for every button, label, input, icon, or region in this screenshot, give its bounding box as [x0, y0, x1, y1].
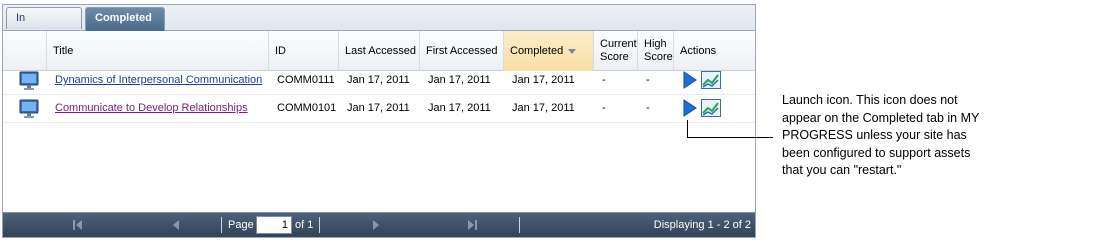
completed-cell: Jan 17, 2011	[512, 74, 575, 86]
progress-chart-icon[interactable]	[701, 71, 721, 89]
play-launch-icon[interactable]	[683, 99, 697, 117]
paging-toolbar: Page of 1 Displaying 1 - 2 of 2	[3, 212, 755, 237]
first-accessed-cell: Jan 17, 2011	[428, 74, 491, 86]
header-actions: Actions	[674, 31, 755, 71]
header-current-score-line1: Current	[600, 38, 637, 50]
id-cell: COMM0111	[277, 74, 335, 86]
header-current-score-label: Current Score	[600, 38, 637, 64]
header-first-accessed-label: First Accessed	[426, 45, 498, 57]
course-title-link[interactable]: Dynamics of Interpersonal Communication	[55, 74, 262, 86]
completed-cell: Jan 17, 2011	[512, 102, 575, 114]
tab-completed[interactable]: Completed	[85, 7, 165, 31]
header-current-score-line2: Score	[600, 51, 629, 63]
title-cell: Dynamics of Interpersonal Communication	[49, 67, 262, 94]
computer-monitor-icon	[19, 71, 39, 90]
current-score-cell: -	[602, 74, 606, 86]
header-last-accessed-label: Last Accessed	[345, 45, 416, 57]
last-accessed-cell: Jan 17, 2011	[347, 102, 410, 114]
header-current-score[interactable]: Current Score	[594, 31, 638, 71]
next-page-icon[interactable]	[371, 219, 381, 231]
header-title[interactable]: Title	[47, 31, 269, 71]
first-accessed-cell: Jan 17, 2011	[428, 102, 491, 114]
header-id-label: ID	[275, 45, 286, 57]
callout-leader-horizontal	[687, 137, 773, 138]
tab-in-progress[interactable]: In Progress	[6, 7, 82, 45]
header-completed-label: Completed	[510, 45, 564, 57]
displaying-count: Displaying 1 - 2 of 2	[653, 219, 751, 231]
toolbar-separator	[319, 217, 320, 233]
high-score-cell: -	[646, 102, 650, 114]
play-launch-icon[interactable]	[683, 71, 697, 89]
last-page-icon[interactable]	[467, 219, 477, 231]
page-label: Page	[228, 219, 254, 231]
current-score-cell: -	[602, 102, 606, 114]
page-number-input[interactable]	[256, 216, 292, 234]
header-high-score-line2: Score	[644, 51, 673, 63]
first-page-icon[interactable]	[73, 219, 83, 231]
header-id[interactable]: ID	[269, 31, 339, 71]
header-completed[interactable]: Completed	[504, 31, 594, 71]
last-accessed-cell: Jan 17, 2011	[347, 74, 410, 86]
page-count-label: of 1	[295, 219, 314, 231]
computer-monitor-icon	[19, 99, 39, 118]
progress-chart-icon[interactable]	[701, 99, 721, 117]
header-high-score[interactable]: High Score	[638, 31, 674, 71]
header-title-label: Title	[53, 45, 74, 57]
previous-page-icon[interactable]	[171, 219, 181, 231]
toolbar-separator	[519, 217, 520, 233]
callout-leader-vertical	[687, 120, 688, 137]
header-first-accessed[interactable]: First Accessed	[420, 31, 504, 71]
header-high-score-label: High Score	[644, 38, 673, 64]
title-cell: Communicate to Develop Relationships	[49, 95, 248, 122]
header-high-score-line1: High	[644, 38, 667, 50]
table-row: Dynamics of Interpersonal Communication …	[3, 67, 755, 95]
id-cell: COMM0101	[277, 102, 337, 114]
header-last-accessed[interactable]: Last Accessed	[339, 31, 420, 71]
header-actions-label: Actions	[680, 45, 717, 57]
launch-icon-callout: Launch icon. This icon does not appear o…	[782, 93, 980, 177]
grid-header: Title ID Last Accessed First Accessed Co…	[3, 31, 755, 71]
header-icon-column	[3, 31, 47, 71]
high-score-cell: -	[646, 74, 650, 86]
course-title-link[interactable]: Communicate to Develop Relationships	[55, 102, 248, 114]
sort-descending-icon	[568, 48, 577, 54]
table-row: Communicate to Develop Relationships COM…	[3, 95, 755, 123]
toolbar-separator	[221, 217, 222, 233]
my-progress-panel: In Progress Completed Title ID Last Acce…	[2, 4, 756, 238]
tab-strip: In Progress Completed	[3, 5, 755, 45]
